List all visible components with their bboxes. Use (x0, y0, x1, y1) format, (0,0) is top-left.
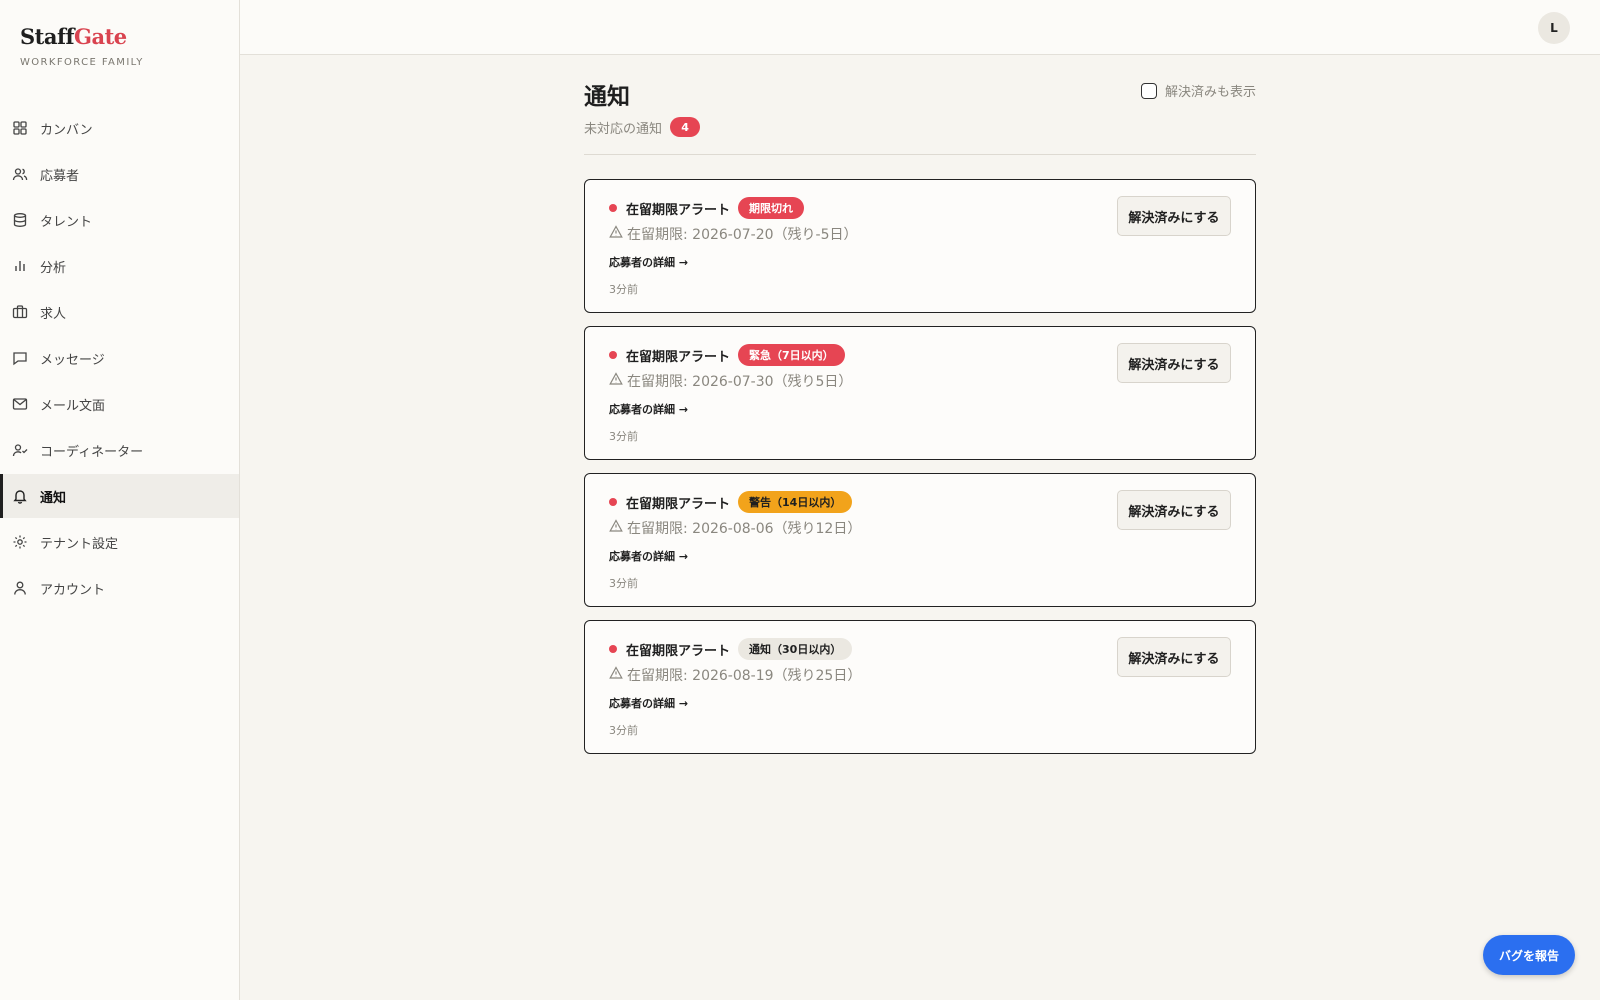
severity-badge: 警告（14日以内） (738, 491, 853, 513)
notification-title: 在留期限アラート 通知（30日以内） (609, 638, 853, 660)
notification-time: 3分前 (609, 577, 638, 590)
expiry-text: 在留期限: 2026-07-30（残り5日） (627, 374, 853, 390)
sidebar-item-messages[interactable]: メッセージ (0, 336, 239, 380)
sidebar-item-label: メール文面 (40, 398, 106, 414)
sidebar-item-jobs[interactable]: 求人 (0, 290, 239, 334)
briefcase-icon (12, 304, 28, 320)
warning-triangle-icon (609, 519, 627, 537)
severity-badge: 通知（30日以内） (738, 638, 853, 660)
notification-title: 在留期限アラート 期限切れ (609, 197, 805, 219)
page-header: 通知 未対応の通知 4 解決済みも表示 (584, 55, 1256, 155)
sidebar-item-label: メッセージ (40, 352, 105, 368)
applicant-detail-link[interactable]: 応募者の詳細 → (609, 695, 688, 711)
brand-name-part1: Staff (20, 24, 75, 49)
page-title: 通知 (584, 83, 630, 110)
applicant-detail-link[interactable]: 応募者の詳細 → (609, 401, 688, 417)
sidebar-item-mail[interactable]: メール文面 (0, 382, 239, 426)
gear-icon (12, 534, 28, 550)
show-resolved-checkbox[interactable] (1140, 82, 1157, 99)
mark-resolved-button[interactable]: 解決済みにする (1117, 490, 1231, 530)
show-resolved-toggle[interactable]: 解決済みも表示 (1140, 81, 1256, 100)
sidebar-item-account[interactable]: アカウント (0, 566, 239, 610)
user-icon (12, 580, 28, 596)
notification-title: 在留期限アラート 警告（14日以内） (609, 491, 853, 513)
unread-dot-icon (609, 645, 617, 653)
database-icon (12, 212, 28, 228)
notification-time: 3分前 (609, 283, 638, 296)
show-resolved-label: 解決済みも表示 (1164, 85, 1256, 100)
sidebar: StaffGate WORKFORCE FAMILY カンバン 応募者 タレント… (0, 0, 240, 1000)
brand-logo[interactable]: StaffGate (20, 24, 219, 49)
warning-triangle-icon (609, 666, 627, 684)
sidebar-item-kanban[interactable]: カンバン (0, 106, 239, 150)
sidebar-nav: カンバン 応募者 タレント 分析 求人 メッセージ メール文面 コーディネーター… (0, 106, 239, 610)
top-bar: L (240, 0, 1600, 55)
expiry-text: 在留期限: 2026-08-19（残り25日） (627, 668, 862, 684)
sidebar-item-notifications[interactable]: 通知 (0, 474, 239, 518)
sidebar-item-tenant-settings[interactable]: テナント設定 (0, 520, 239, 564)
report-bug-button[interactable]: バグを報告 (1483, 935, 1575, 975)
sidebar-item-label: 通知 (40, 490, 67, 506)
bell-icon (12, 488, 28, 504)
sidebar-item-label: 分析 (40, 260, 67, 276)
expiry-info: 在留期限: 2026-08-19（残り25日） (609, 665, 861, 685)
mail-icon (12, 396, 28, 412)
message-icon (12, 350, 28, 366)
sidebar-item-analytics[interactable]: 分析 (0, 244, 239, 288)
expiry-info: 在留期限: 2026-07-30（残り5日） (609, 371, 852, 391)
expiry-text: 在留期限: 2026-07-20（残り-5日） (627, 227, 858, 243)
notification-title-text: 在留期限アラート (626, 496, 731, 512)
notification-time: 3分前 (609, 430, 638, 443)
applicant-detail-link[interactable]: 応募者の詳細 → (609, 548, 688, 564)
sidebar-item-label: コーディネーター (40, 444, 144, 460)
sidebar-item-label: 応募者 (40, 168, 80, 184)
sidebar-item-label: タレント (40, 214, 93, 230)
users-icon (12, 166, 28, 182)
notification-card: 在留期限アラート 期限切れ 在留期限: 2026-07-20（残り-5日） 応募… (584, 179, 1256, 313)
sidebar-item-label: アカウント (40, 582, 106, 598)
notification-card: 在留期限アラート 通知（30日以内） 在留期限: 2026-08-19（残り25… (584, 620, 1256, 754)
brand-subtitle: WORKFORCE FAMILY (20, 57, 144, 68)
main-content: 通知 未対応の通知 4 解決済みも表示 在留期限アラート 期限切れ 在留期限: … (584, 55, 1256, 767)
notification-title-text: 在留期限アラート (626, 349, 731, 365)
mark-resolved-button[interactable]: 解決済みにする (1117, 637, 1231, 677)
brand: StaffGate WORKFORCE FAMILY (0, 0, 239, 106)
severity-badge: 緊急（7日以内） (738, 344, 845, 366)
sidebar-item-label: テナント設定 (40, 536, 119, 552)
notification-title-text: 在留期限アラート (626, 643, 731, 659)
user-check-icon (12, 442, 28, 458)
notification-title-text: 在留期限アラート (626, 202, 731, 218)
mark-resolved-button[interactable]: 解決済みにする (1117, 196, 1231, 236)
sidebar-item-talent[interactable]: タレント (0, 198, 239, 242)
expiry-info: 在留期限: 2026-07-20（残り-5日） (609, 224, 858, 244)
page-subtitle: 未対応の通知 4 (584, 117, 701, 137)
sidebar-item-coordinators[interactable]: コーディネーター (0, 428, 239, 472)
unresolved-count-badge: 4 (670, 117, 701, 137)
brand-name-part2: Gate (74, 24, 127, 49)
unread-dot-icon (609, 204, 617, 212)
expiry-info: 在留期限: 2026-08-06（残り12日） (609, 518, 861, 538)
severity-badge: 期限切れ (738, 197, 805, 219)
unread-dot-icon (609, 498, 617, 506)
notification-list: 在留期限アラート 期限切れ 在留期限: 2026-07-20（残り-5日） 応募… (584, 179, 1256, 754)
warning-triangle-icon (609, 225, 627, 243)
notification-title: 在留期限アラート 緊急（7日以内） (609, 344, 845, 366)
bar-chart-icon (12, 258, 28, 274)
notification-card: 在留期限アラート 緊急（7日以内） 在留期限: 2026-07-30（残り5日）… (584, 326, 1256, 460)
unread-dot-icon (609, 351, 617, 359)
warning-triangle-icon (609, 372, 627, 390)
sidebar-item-label: カンバン (40, 122, 93, 138)
notification-card: 在留期限アラート 警告（14日以内） 在留期限: 2026-08-06（残り12… (584, 473, 1256, 607)
expiry-text: 在留期限: 2026-08-06（残り12日） (627, 521, 862, 537)
mark-resolved-button[interactable]: 解決済みにする (1117, 343, 1231, 383)
sidebar-item-label: 求人 (40, 306, 67, 322)
avatar[interactable]: L (1538, 12, 1570, 44)
notification-time: 3分前 (609, 724, 638, 737)
applicant-detail-link[interactable]: 応募者の詳細 → (609, 254, 688, 270)
sidebar-item-applicants[interactable]: 応募者 (0, 152, 239, 196)
unresolved-label: 未対応の通知 (584, 121, 663, 137)
grid-icon (12, 120, 28, 136)
